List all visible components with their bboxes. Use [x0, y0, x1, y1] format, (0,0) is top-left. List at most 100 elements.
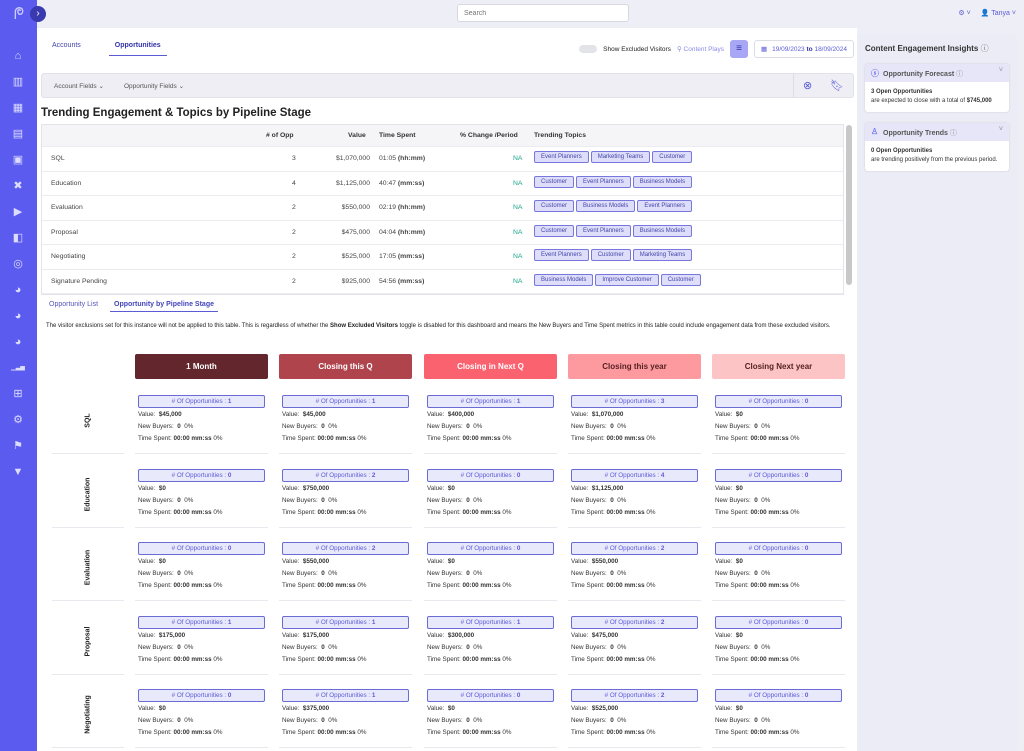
browser-window-icon[interactable]: ▣ [10, 152, 26, 168]
percent-change: NA [513, 204, 523, 211]
topic-tag[interactable]: Customer [660, 273, 701, 286]
table-row[interactable]: Negotiating 2 $525,000 17:05 (mm:ss) NA … [42, 245, 843, 270]
card-header[interactable]: ♙ Opportunity Trends ⓘ ˅ [865, 123, 1009, 141]
topic-tag[interactable]: Event Planners [534, 249, 589, 261]
show-excluded-visitors-toggle[interactable] [579, 45, 598, 53]
opportunities-count-badge[interactable]: # Of Opportunities : 0 [715, 615, 842, 629]
new-buyers-line: New Buyers: 0 0% [715, 643, 771, 651]
topic-tag[interactable]: Customer [590, 249, 631, 261]
opportunities-count-badge[interactable]: # Of Opportunities : 0 [138, 689, 265, 703]
bar-chart-icon[interactable]: ▁▃▅ [10, 360, 26, 376]
pie-chart-icon[interactable]: ◕ [10, 334, 26, 350]
grid-icon[interactable]: ▦ [10, 100, 26, 116]
time-spent-line: Time Spent: 00:00 mm:ss 0% [571, 729, 656, 737]
opportunities-count-badge[interactable]: # Of Opportunities : 0 [715, 542, 842, 556]
opportunities-count-badge[interactable]: # Of Opportunities : 0 [715, 468, 842, 482]
new-buyers-line: New Buyers: 0 0% [427, 496, 483, 504]
opportunities-count-badge[interactable]: # Of Opportunities : 1 [427, 395, 554, 408]
new-buyers-line: New Buyers: 0 0% [282, 643, 338, 651]
table-row[interactable]: Signature Pending 2 $925,000 54:56 (mm:s… [42, 270, 843, 294]
topic-tag[interactable]: Marketing Teams [590, 151, 651, 163]
keyboard-icon[interactable]: ▤ [10, 126, 26, 142]
chat-icon[interactable]: ◧ [10, 230, 26, 246]
bookmark-icon[interactable]: 🔖︎ [830, 79, 844, 92]
buildings-icon[interactable]: ▥ [10, 74, 26, 90]
topic-tag[interactable]: Customer [534, 200, 575, 212]
opportunities-count-badge[interactable]: # Of Opportunities : 4 [571, 468, 698, 482]
opportunities-count-badge[interactable]: # Of Opportunities : 1 [282, 615, 409, 629]
divider [279, 673, 412, 675]
topic-tag[interactable]: Business Models [576, 200, 636, 212]
topic-tag[interactable]: Event Planners [534, 151, 589, 163]
date-range-picker[interactable]: ▦ 19/09/2023 to 18/09/2024 [753, 40, 854, 58]
topic-tag[interactable]: Event Planners [576, 224, 631, 237]
pie-chart-icon[interactable]: ◕ [10, 308, 26, 324]
user-menu[interactable]: 👤 Tanya ˅ [981, 9, 1016, 17]
opportunity-fields-dropdown[interactable]: Opportunity Fields ⌄ [124, 82, 184, 90]
opportunities-count-badge[interactable]: # Of Opportunities : 2 [571, 689, 698, 703]
tab-opportunity-list[interactable]: Opportunity List [49, 301, 98, 312]
topic-tag[interactable]: Improve Customer [595, 273, 659, 286]
value-line: Value: $750,000 [282, 484, 330, 492]
opportunities-count-badge[interactable]: # Of Opportunities : 0 [715, 689, 842, 703]
opportunities-count-badge[interactable]: # Of Opportunities : 1 [427, 615, 554, 629]
opportunities-count-badge[interactable]: # Of Opportunities : 2 [571, 615, 698, 629]
topic-tag[interactable]: Customer [534, 175, 575, 188]
pipeline-cell: # Of Opportunities : 0 Value: $0 New Buy… [424, 689, 557, 738]
topic-tag[interactable]: Business Models [534, 273, 594, 286]
topic-tag[interactable]: Customer [534, 224, 575, 237]
content-plays-button[interactable]: ⚲ Content Plays [677, 45, 724, 53]
percent-change: NA [513, 155, 523, 162]
opportunities-count-badge[interactable]: # Of Opportunities : 0 [427, 468, 554, 482]
tab-opportunities[interactable]: Opportunities [108, 42, 167, 56]
opportunities-count-badge[interactable]: # Of Opportunities : 0 [427, 542, 554, 556]
opportunities-count-badge[interactable]: # Of Opportunities : 1 [138, 395, 265, 408]
topic-tag[interactable]: Event Planners [576, 175, 631, 188]
opportunities-count-badge[interactable]: # Of Opportunities : 0 [138, 542, 265, 556]
table-row[interactable]: Evaluation 2 $550,000 02:19 (hh:mm) NA C… [42, 196, 843, 221]
table-scrollbar[interactable] [846, 125, 852, 285]
pipeline-cell: # Of Opportunities : 2 Value: $525,000 N… [568, 689, 701, 738]
card-header[interactable]: ⓢ Opportunity Forecast ⓘ ˅ [865, 64, 1009, 82]
tab-accounts[interactable]: Accounts [52, 42, 81, 56]
table-row[interactable]: Education 4 $1,125,000 40:47 (mm:ss) NA … [42, 172, 843, 196]
table-row[interactable]: SQL 3 $1,070,000 01:05 (hh:mm) NA Event … [42, 147, 843, 172]
opportunities-count-badge[interactable]: # Of Opportunities : 0 [715, 395, 842, 408]
opportunities-count-badge[interactable]: # Of Opportunities : 2 [282, 468, 409, 482]
divider [135, 673, 268, 675]
topic-tag[interactable]: Marketing Teams [632, 249, 693, 261]
divider [279, 453, 412, 454]
opportunities-count-badge[interactable]: # Of Opportunities : 1 [282, 689, 409, 703]
topic-tag[interactable]: Business Models [632, 224, 693, 237]
sidebar-expand-button[interactable]: › [30, 6, 46, 22]
target-icon[interactable]: ◎ [10, 256, 26, 272]
report-add-icon[interactable]: ⊞ [10, 386, 26, 402]
opportunities-count-badge[interactable]: # Of Opportunities : 2 [571, 542, 698, 556]
clear-filters-icon[interactable]: ⊗ [803, 79, 812, 92]
new-buyers-line: New Buyers: 0 0% [715, 717, 771, 725]
settings-icon[interactable]: ⚙ ˅ [958, 9, 970, 17]
search-input[interactable] [457, 4, 629, 22]
opportunities-count-badge[interactable]: # Of Opportunities : 2 [282, 542, 409, 556]
tab-opportunity-by-pipeline-stage[interactable]: Opportunity by Pipeline Stage [110, 301, 218, 312]
opportunities-count-badge[interactable]: # Of Opportunities : 0 [138, 468, 265, 482]
opportunities-count-badge[interactable]: # Of Opportunities : 1 [282, 395, 409, 408]
document-settings-icon[interactable]: ⚙ [10, 412, 26, 428]
opportunities-count-badge[interactable]: # Of Opportunities : 1 [138, 615, 265, 629]
topic-tag[interactable]: Event Planners [637, 200, 693, 212]
time-spent-line: Time Spent: 00:00 mm:ss 0% [282, 582, 367, 590]
opportunities-count-badge[interactable]: # Of Opportunities : 3 [571, 395, 698, 408]
pie-chart-icon[interactable]: ◕ [10, 282, 26, 298]
account-fields-dropdown[interactable]: Account Fields ⌄ [54, 82, 104, 90]
video-icon[interactable]: ▶ [10, 204, 26, 220]
filter-button[interactable]: ≡ [729, 40, 748, 58]
pipeline-cell: # Of Opportunities : 2 Value: $475,000 N… [568, 615, 701, 665]
opportunities-count-badge[interactable]: # Of Opportunities : 0 [427, 689, 554, 703]
topic-tag[interactable]: Business Models [632, 175, 693, 188]
table-row[interactable]: Proposal 2 $475,000 04:04 (hh:mm) NA Cus… [42, 221, 843, 245]
bookmark-icon[interactable]: ⚑ [10, 438, 26, 454]
filter-icon[interactable]: ▼ [10, 464, 26, 480]
topic-tag[interactable]: Customer [652, 151, 693, 163]
home-icon[interactable]: ⌂ [10, 48, 26, 64]
tools-icon[interactable]: ✖ [10, 178, 26, 194]
